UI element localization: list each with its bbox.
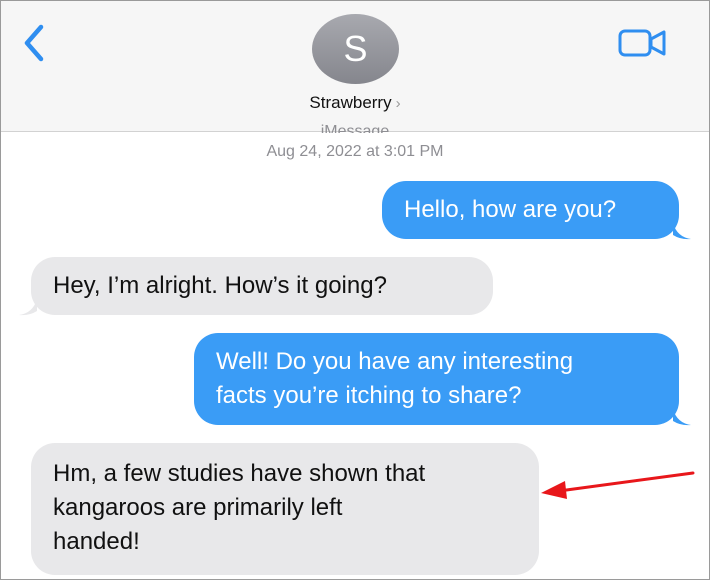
contact-name-button[interactable]: Strawberry › [1,93,709,113]
message-text-line: handed! [53,528,140,555]
sent-message-bubble[interactable]: Well! Do you have any interesting facts … [194,333,679,425]
received-message-bubble[interactable]: Hm, a few studies have shown that kangar… [31,443,539,575]
video-camera-icon [618,29,666,57]
message-text-line: Hm, a few studies have shown that [53,460,426,487]
message-text-line: facts you’re itching to share? [216,382,522,409]
sent-message-bubble[interactable]: Hello, how are you? [382,181,679,239]
back-button[interactable] [19,21,53,65]
message-text-line: Hey, I’m alright. How’s it going? [53,272,387,299]
conversation-header: S Strawberry › [1,1,709,132]
service-label: iMessage [320,123,390,133]
red-arrow-icon [541,471,695,499]
message-text-line: Well! Do you have any interesting [216,348,574,375]
bubble-tail [673,223,691,240]
contact-avatar[interactable]: S [312,14,399,84]
bubble-tail [19,299,37,316]
bubble-tail [673,409,691,426]
received-message-bubble[interactable]: Hey, I’m alright. How’s it going? [31,257,493,315]
message-text-line: kangaroos are primarily left [53,494,343,521]
contact-name: Strawberry [309,93,392,112]
chevron-left-icon [24,24,44,62]
message-text-line: Hello, how are you? [404,196,617,223]
message-timestamp: Aug 24, 2022 at 3:01 PM [266,143,444,160]
facetime-video-button[interactable] [617,25,669,61]
chevron-right-icon: › [395,95,401,112]
messages-screen: S Strawberry › iMessage Aug 24, 2022 at 3… [0,0,710,580]
